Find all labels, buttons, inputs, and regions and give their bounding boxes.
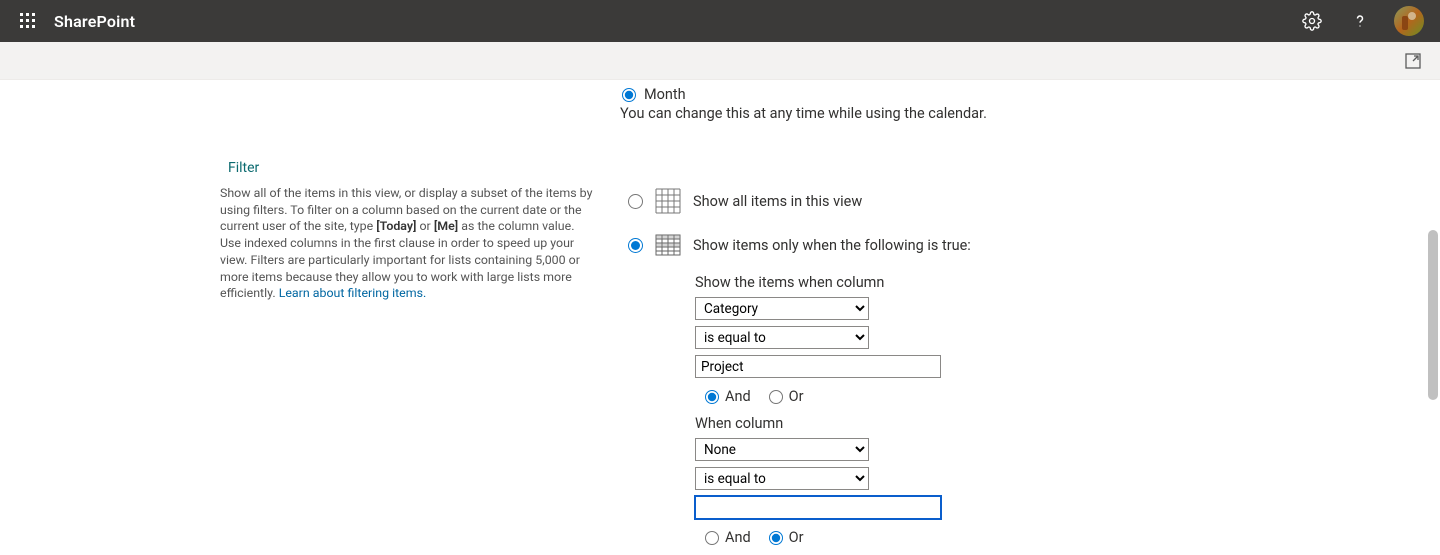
filter-help-link[interactable]: Learn about filtering items. <box>279 286 427 301</box>
filter-clause-1-operator-select[interactable]: is equal to <box>695 326 869 349</box>
filter-option-when-row: Show items only when the following is tr… <box>628 230 971 260</box>
filter-section-left: Filter Show all of the items in this vie… <box>220 160 594 303</box>
app-header: SharePoint <box>0 0 1440 42</box>
filter-clause-1-and-text: And <box>725 388 751 405</box>
filter-help-or: or <box>416 219 433 234</box>
filter-clause-1-value-input[interactable] <box>695 355 941 378</box>
filter-option-all-row: Show all items in this view <box>628 186 971 216</box>
filter-clause-1-or-radio[interactable] <box>769 390 783 404</box>
filter-option-when-label: Show items only when the following is tr… <box>693 237 971 254</box>
fullscreen-icon <box>1405 53 1421 69</box>
app-launcher-button[interactable] <box>8 0 48 42</box>
filter-clause-2-or-label[interactable]: Or <box>769 529 804 546</box>
help-icon <box>1350 11 1370 31</box>
filter-option-when-radio[interactable] <box>628 238 643 253</box>
filter-clause-2-and-radio[interactable] <box>705 531 719 545</box>
calendar-scope-month-row: Month <box>622 86 1440 103</box>
filter-clause-2-operator-select[interactable]: is equal to <box>695 467 869 490</box>
subheader-strip <box>0 42 1440 80</box>
filter-section-right: Show all items in this view <box>628 160 971 555</box>
filter-clause-1: Show the items when column Category is e… <box>695 274 971 546</box>
settings-content: Month You can change this at any time wh… <box>0 80 1440 555</box>
filter-clause-1-connector: And Or <box>705 388 971 405</box>
settings-viewport: Month You can change this at any time wh… <box>0 80 1440 555</box>
filter-clause-1-and-radio[interactable] <box>705 390 719 404</box>
waffle-icon <box>20 13 36 29</box>
filter-help-today: [Today] <box>376 219 416 234</box>
filter-clause-2-column-select[interactable]: None <box>695 438 869 461</box>
header-right-group <box>1292 0 1432 42</box>
filter-clause-1-header: Show the items when column <box>695 274 971 291</box>
filter-clause-2-or-text: Or <box>789 529 804 546</box>
brand-title: SharePoint <box>54 12 135 31</box>
filter-section-help: Show all of the items in this view, or d… <box>220 186 594 303</box>
calendar-scope-month-radio[interactable] <box>622 88 636 102</box>
filter-clause-1-column-select[interactable]: Category <box>695 297 869 320</box>
filter-clause-2-and-text: And <box>725 529 751 546</box>
filter-when-icon <box>653 230 683 260</box>
filter-option-all-label: Show all items in this view <box>693 193 862 210</box>
filter-clause-2-or-radio[interactable] <box>769 531 783 545</box>
filter-clause-2-value-input[interactable] <box>695 496 941 519</box>
filter-help-me: [Me] <box>434 219 458 234</box>
filter-clause-2-and-label[interactable]: And <box>705 529 751 546</box>
filter-section-title: Filter <box>228 160 594 176</box>
filter-clause-2-header: When column <box>695 415 971 432</box>
filter-clause-1-or-text: Or <box>789 388 804 405</box>
fullscreen-button[interactable] <box>1400 48 1426 74</box>
help-button[interactable] <box>1340 0 1380 42</box>
calendar-scope-note: You can change this at any time while us… <box>620 105 1440 122</box>
calendar-scope-fragment: Month You can change this at any time wh… <box>622 86 1440 122</box>
filter-clause-1-and-label[interactable]: And <box>705 388 751 405</box>
filter-all-icon <box>653 186 683 216</box>
filter-option-all-radio[interactable] <box>628 194 643 209</box>
calendar-scope-month-label: Month <box>644 86 686 103</box>
filter-clause-2-connector: And Or <box>705 529 971 546</box>
filter-clause-1-or-label[interactable]: Or <box>769 388 804 405</box>
gear-icon <box>1302 11 1322 31</box>
scrollbar-thumb[interactable] <box>1428 230 1438 400</box>
filter-section: Filter Show all of the items in this vie… <box>220 160 1440 555</box>
settings-button[interactable] <box>1292 0 1332 42</box>
avatar[interactable] <box>1394 6 1424 36</box>
